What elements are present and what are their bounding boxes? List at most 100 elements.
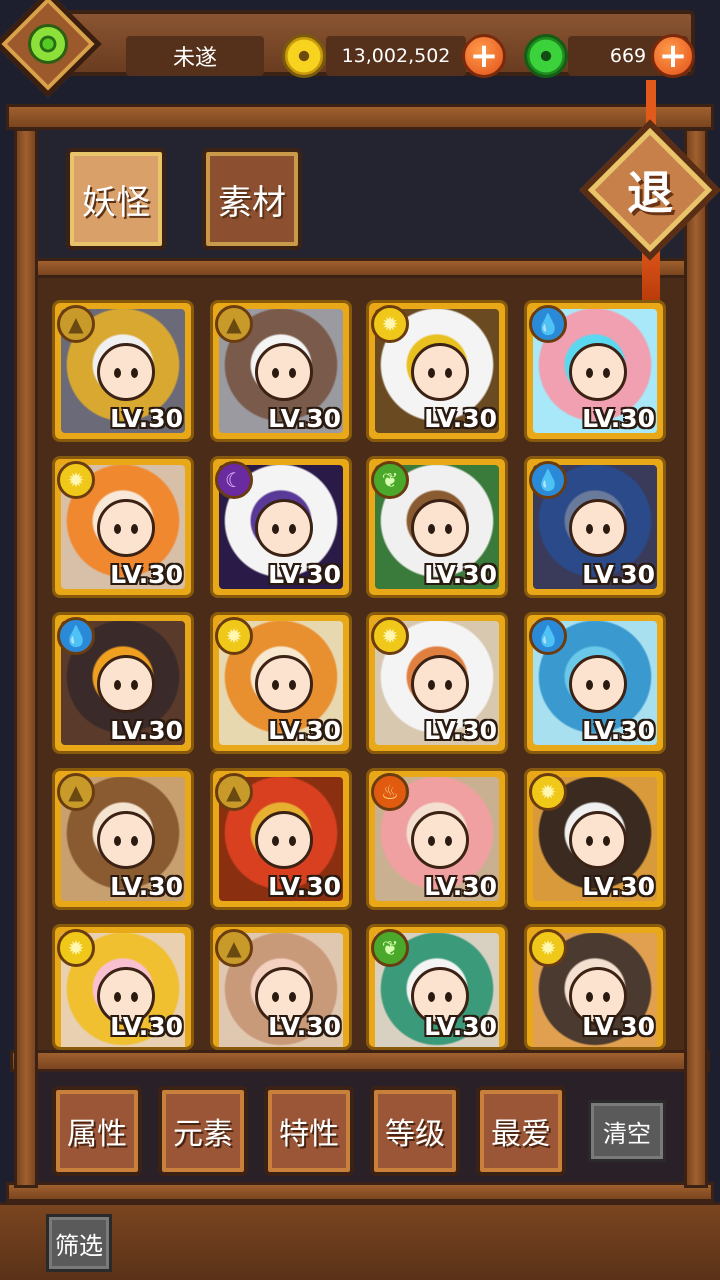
- monster-card[interactable]: ▲ LV.30: [210, 300, 352, 442]
- water-element-icon: 💧: [529, 617, 567, 655]
- monster-level: LV.30: [424, 872, 497, 901]
- monster-face: [97, 655, 155, 713]
- monster-face: [411, 655, 469, 713]
- monster-face: [411, 499, 469, 557]
- monster-face: [569, 343, 627, 401]
- monster-face: [569, 655, 627, 713]
- earth-element-icon: ▲: [57, 773, 95, 811]
- monster-face: [97, 343, 155, 401]
- monster-level: LV.30: [268, 404, 341, 433]
- monster-level: LV.30: [268, 560, 341, 589]
- earth-element-icon: ▲: [57, 305, 95, 343]
- tab-monsters[interactable]: 妖怪: [66, 148, 166, 250]
- quit-label[interactable]: 退: [600, 140, 700, 240]
- monster-level: LV.30: [268, 1012, 341, 1041]
- monster-card[interactable]: 💧 LV.30: [524, 456, 666, 598]
- moon-element-icon: ☾: [215, 461, 253, 499]
- frame-beam-middle: [14, 258, 708, 278]
- monster-level: LV.30: [110, 1012, 183, 1041]
- frame-beam-lower: [10, 1050, 710, 1072]
- frame-post-right: [684, 128, 708, 1188]
- water-element-icon: 💧: [529, 461, 567, 499]
- monster-card[interactable]: ♨ LV.30: [366, 768, 508, 910]
- sun-element-icon: ✹: [529, 773, 567, 811]
- monster-card[interactable]: ✹ LV.30: [524, 924, 666, 1050]
- resource-bar: 未遂 13,002,502 + 669 +: [30, 10, 695, 78]
- monster-level: LV.30: [110, 560, 183, 589]
- clear-button[interactable]: 清空: [588, 1100, 666, 1162]
- monster-card[interactable]: ❦ LV.30: [366, 924, 508, 1050]
- frame-beam-top: [6, 104, 714, 130]
- water-element-icon: 💧: [529, 305, 567, 343]
- sun-element-icon: ✹: [215, 617, 253, 655]
- monster-card[interactable]: ✹ LV.30: [52, 456, 194, 598]
- monster-face: [411, 811, 469, 869]
- monster-card[interactable]: ✹ LV.30: [52, 924, 194, 1050]
- avatar-jade-icon: [28, 24, 68, 64]
- monster-card[interactable]: ✹ LV.30: [366, 300, 508, 442]
- monster-level: LV.30: [582, 1012, 655, 1041]
- monster-level: LV.30: [424, 404, 497, 433]
- monster-level: LV.30: [582, 404, 655, 433]
- monster-card[interactable]: ✹ LV.30: [524, 768, 666, 910]
- filter-trait-button[interactable]: 特性: [264, 1086, 354, 1176]
- player-name: 未遂: [126, 36, 264, 76]
- tab-materials[interactable]: 素材: [202, 148, 302, 250]
- monster-face: [411, 343, 469, 401]
- leaf-element-icon: ❦: [371, 929, 409, 967]
- monster-card[interactable]: ✹ LV.30: [210, 612, 352, 754]
- sun-element-icon: ✹: [371, 305, 409, 343]
- sun-element-icon: ✹: [371, 617, 409, 655]
- monster-card[interactable]: ✹ LV.30: [366, 612, 508, 754]
- monster-level: LV.30: [110, 872, 183, 901]
- monster-level: LV.30: [110, 716, 183, 745]
- monster-level: LV.30: [424, 560, 497, 589]
- gold-coin-icon: [282, 34, 326, 78]
- monster-level: LV.30: [424, 716, 497, 745]
- add-gold-button[interactable]: +: [462, 34, 506, 78]
- filter-element-button[interactable]: 元素: [158, 1086, 248, 1176]
- earth-element-icon: ▲: [215, 305, 253, 343]
- earth-element-icon: ▲: [215, 773, 253, 811]
- filter-button[interactable]: 筛选: [46, 1214, 112, 1272]
- jade-coin-icon: [524, 34, 568, 78]
- monster-level: LV.30: [582, 872, 655, 901]
- water-element-icon: 💧: [57, 617, 95, 655]
- monster-level: LV.30: [268, 716, 341, 745]
- monster-card[interactable]: ▲ LV.30: [52, 768, 194, 910]
- monster-card[interactable]: ▲ LV.30: [210, 768, 352, 910]
- filter-attribute-button[interactable]: 属性: [52, 1086, 142, 1176]
- monster-face: [97, 499, 155, 557]
- filter-favorite-button[interactable]: 最爱: [476, 1086, 566, 1176]
- gold-amount: 13,002,502: [326, 36, 466, 76]
- monster-face: [97, 811, 155, 869]
- monster-level: LV.30: [110, 404, 183, 433]
- sun-element-icon: ✹: [529, 929, 567, 967]
- add-jade-button[interactable]: +: [651, 34, 695, 78]
- monster-face: [255, 655, 313, 713]
- monster-face: [255, 499, 313, 557]
- monster-card[interactable]: ▲ LV.30: [210, 924, 352, 1050]
- monster-card[interactable]: ☾ LV.30: [210, 456, 352, 598]
- monster-card[interactable]: ❦ LV.30: [366, 456, 508, 598]
- monster-level: LV.30: [582, 716, 655, 745]
- earth-element-icon: ▲: [215, 929, 253, 967]
- frame-post-left: [14, 128, 38, 1188]
- frame-beam-bottom: [6, 1182, 714, 1202]
- fire-element-icon: ♨: [371, 773, 409, 811]
- monster-level: LV.30: [424, 1012, 497, 1041]
- monster-card[interactable]: 💧 LV.30: [524, 300, 666, 442]
- monster-level: LV.30: [268, 872, 341, 901]
- filter-level-button[interactable]: 等级: [370, 1086, 460, 1176]
- monster-card[interactable]: 💧 LV.30: [524, 612, 666, 754]
- monster-face: [569, 811, 627, 869]
- sun-element-icon: ✹: [57, 461, 95, 499]
- monster-face: [569, 499, 627, 557]
- sun-element-icon: ✹: [57, 929, 95, 967]
- monster-card[interactable]: 💧 LV.30: [52, 612, 194, 754]
- monster-level: LV.30: [582, 560, 655, 589]
- monster-card[interactable]: ▲ LV.30: [52, 300, 194, 442]
- monster-face: [255, 811, 313, 869]
- leaf-element-icon: ❦: [371, 461, 409, 499]
- monster-face: [255, 343, 313, 401]
